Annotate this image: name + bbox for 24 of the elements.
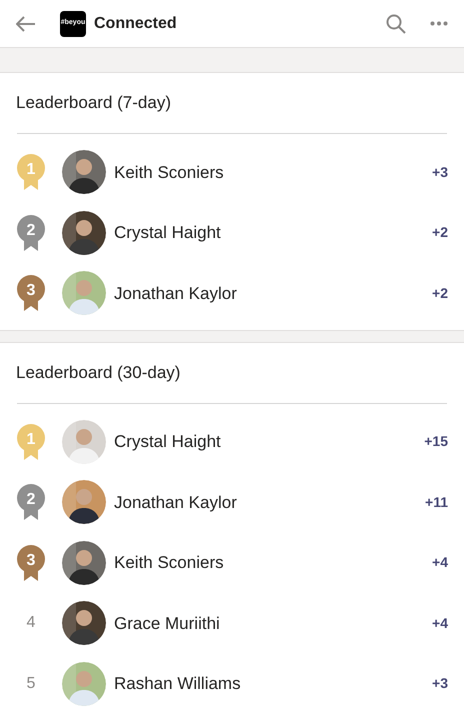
score: +4 [432,553,448,572]
score: +3 [432,674,448,694]
more-icon[interactable] [430,21,448,26]
member-name: Jonathan Kaylor [114,492,237,514]
score: +15 [424,432,448,452]
section-title: Leaderboard (7-day) [16,92,171,114]
score: +4 [432,614,448,633]
member-name: Keith Sconiers [114,162,224,184]
member-name: Rashan Williams [114,673,241,695]
section-title: Leaderboard (30-day) [16,362,180,384]
member-name: Jonathan Kaylor [114,282,237,304]
score: +11 [425,492,448,512]
member-name: Crystal Haight [114,431,221,453]
score: +2 [432,284,448,303]
rank-number: 5 [26,674,36,694]
score: +3 [432,162,448,182]
member-name: Crystal Haight [114,222,221,244]
search-icon[interactable] [386,14,406,34]
back-icon[interactable] [16,16,36,32]
member-name: Grace Muriithi [114,612,220,634]
channel-title: Connected [94,14,177,34]
member-name: Keith Sconiers [114,552,224,574]
score: +2 [432,223,448,242]
rank-number: 4 [26,613,36,634]
